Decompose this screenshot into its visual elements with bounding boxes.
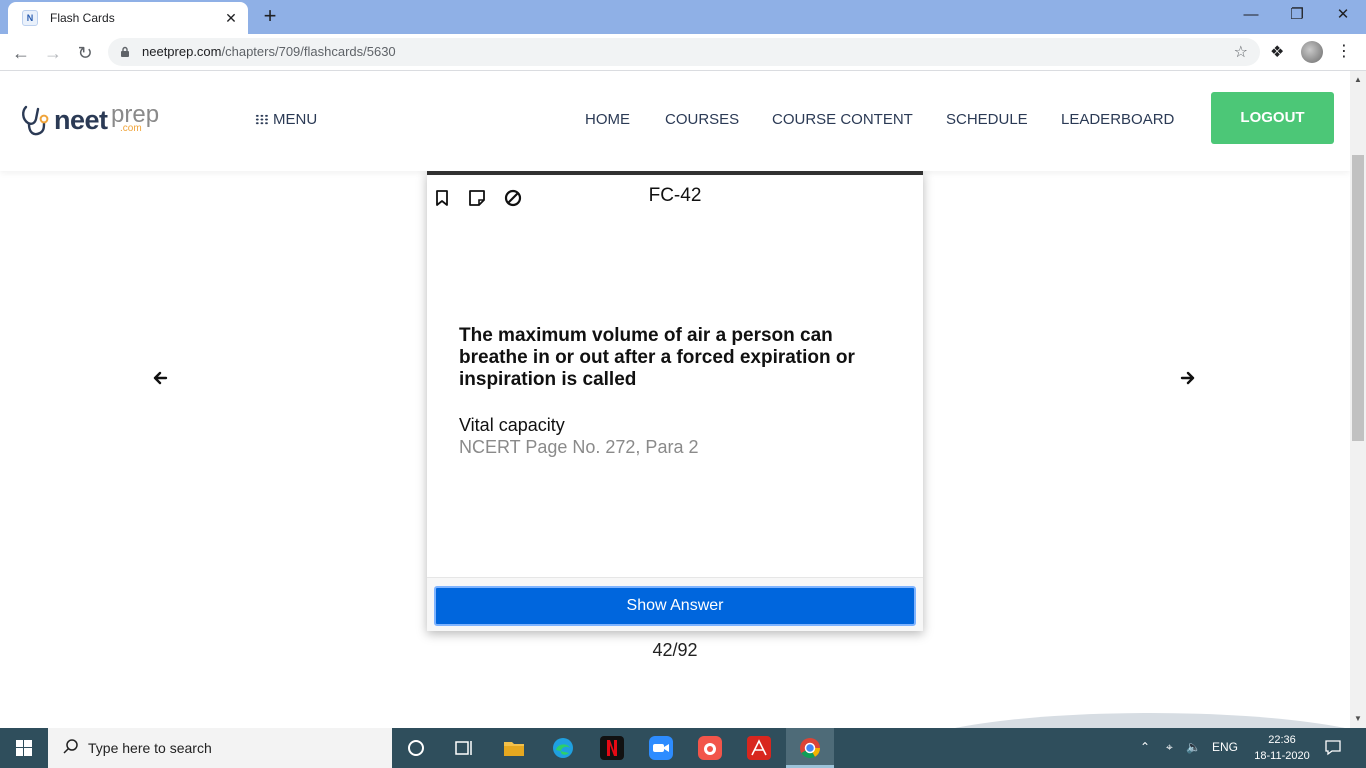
logo-text-com: .com <box>120 123 142 134</box>
chrome-taskbar-item[interactable] <box>786 728 834 768</box>
language-indicator[interactable]: ENG <box>1212 740 1238 754</box>
url-path: /chapters/709/flashcards/5630 <box>221 44 396 59</box>
flashcard-id: FC-42 <box>648 185 702 206</box>
arrow-right-icon[interactable] <box>1180 370 1196 386</box>
restore-window-button[interactable]: ❐ <box>1274 0 1320 30</box>
extensions-icon[interactable]: ❖ <box>1270 42 1284 62</box>
lock-icon[interactable] <box>120 46 130 57</box>
flashcard-answer: Vital capacity <box>459 415 565 435</box>
scroll-up-icon[interactable]: ▲ <box>1350 73 1366 87</box>
netflix-icon[interactable] <box>600 736 624 760</box>
logout-button[interactable]: LOGOUT <box>1211 92 1334 144</box>
acrobat-icon[interactable] <box>747 736 771 760</box>
card-footer: Show Answer <box>427 577 923 631</box>
nav-leaderboard[interactable]: LEADERBOARD <box>1061 111 1174 128</box>
flashcard-question: The maximum volume of air a person can b… <box>459 325 855 390</box>
windows-start-icon[interactable] <box>0 728 48 768</box>
new-tab-button[interactable]: + <box>258 5 282 29</box>
nav-course-content[interactable]: COURSE CONTENT <box>772 111 913 128</box>
profile-avatar[interactable] <box>1301 41 1323 63</box>
browser-menu-icon[interactable]: ⋮ <box>1336 41 1352 61</box>
clock-date: 18-11-2020 <box>1254 750 1310 762</box>
search-icon <box>63 739 78 754</box>
arrow-left-icon[interactable] <box>152 370 168 386</box>
decorative-wave <box>900 713 1350 728</box>
forward-button[interactable]: → <box>40 40 66 66</box>
notifications-icon[interactable] <box>1324 738 1342 756</box>
site-favicon-icon: N <box>22 10 38 26</box>
browser-tab-strip: N Flash Cards ✕ + — ❐ ✕ <box>0 0 1366 34</box>
task-view-icon[interactable] <box>452 736 476 760</box>
clock-time: 22:36 <box>1268 734 1296 746</box>
reload-button[interactable]: ↻ <box>72 40 98 66</box>
menu-button[interactable]: MENU <box>255 111 317 128</box>
card-counter: 42/92 <box>652 640 698 660</box>
edge-icon[interactable] <box>551 736 575 760</box>
menu-label: MENU <box>273 111 318 128</box>
system-clock[interactable]: 22:36 18-11-2020 <box>1250 732 1314 764</box>
nav-courses[interactable]: COURSES <box>665 111 739 128</box>
taskbar-search[interactable]: Type here to search <box>48 728 392 768</box>
file-explorer-icon[interactable] <box>502 736 526 760</box>
address-bar[interactable]: neetprep.com/chapters/709/flashcards/563… <box>108 38 1260 66</box>
flashcard-reference: NCERT Page No. 272, Para 2 <box>459 437 699 457</box>
volume-icon[interactable]: 🔈 <box>1186 740 1201 754</box>
nav-home[interactable]: HOME <box>585 111 630 128</box>
scroll-down-icon[interactable]: ▼ <box>1350 712 1366 726</box>
show-hidden-icons-icon[interactable]: ⌃ <box>1140 740 1150 754</box>
browser-toolbar: ← → ↻ neetprep.com/chapters/709/flashcar… <box>0 34 1366 71</box>
zoom-icon[interactable] <box>649 736 673 760</box>
nav-schedule[interactable]: SCHEDULE <box>946 111 1028 128</box>
page-scrollbar[interactable]: ▲ ▼ <box>1350 71 1366 728</box>
minimize-window-button[interactable]: — <box>1228 0 1274 30</box>
grid-icon <box>255 114 269 125</box>
chrome-icon <box>800 738 821 759</box>
show-answer-button[interactable]: Show Answer <box>434 586 916 626</box>
scrollbar-thumb[interactable] <box>1352 155 1364 441</box>
close-tab-icon[interactable]: ✕ <box>222 9 240 27</box>
stethoscope-icon <box>22 105 49 136</box>
search-placeholder: Type here to search <box>88 740 212 756</box>
network-icon[interactable]: ⌖ <box>1166 740 1173 755</box>
site-header: neet prep .com MENU HOME COURSES COURSE … <box>0 71 1350 171</box>
tab-title: Flash Cards <box>50 11 115 25</box>
page-content: neet prep .com MENU HOME COURSES COURSE … <box>0 71 1350 728</box>
url-domain: neetprep.com <box>142 44 222 59</box>
logo-text-neet: neet <box>54 105 108 135</box>
flashcard: FC-42 The maximum volume of air a person… <box>427 171 923 631</box>
back-button[interactable]: ← <box>8 40 34 66</box>
card-top-border <box>427 171 923 175</box>
close-window-button[interactable]: ✕ <box>1320 0 1366 30</box>
browser-tab[interactable]: N Flash Cards ✕ <box>8 2 248 34</box>
neetprep-logo[interactable]: neet prep .com <box>20 101 160 141</box>
url-text: neetprep.com/chapters/709/flashcards/563… <box>142 44 396 59</box>
screen-recorder-icon[interactable] <box>698 736 722 760</box>
windows-taskbar: Type here to search ⌃ ⌖ 🔈 ENG 22:36 18-1… <box>0 728 1366 768</box>
cortana-icon[interactable] <box>404 736 428 760</box>
bookmark-star-icon[interactable]: ☆ <box>1234 42 1248 62</box>
